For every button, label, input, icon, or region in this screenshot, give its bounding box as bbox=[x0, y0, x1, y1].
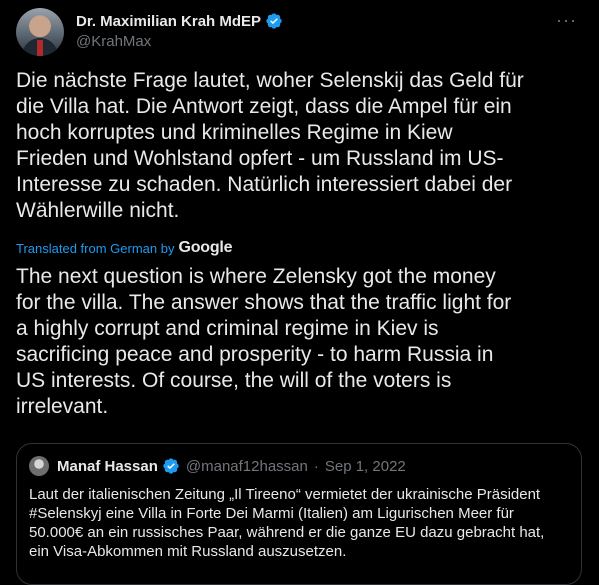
quoted-header: Manaf Hassan @manaf12hassan · Sep 1, 202… bbox=[57, 457, 406, 475]
avatar-tie bbox=[37, 40, 43, 56]
translator-logo: Google bbox=[178, 239, 233, 256]
verified-badge-icon bbox=[266, 13, 282, 29]
translation-attribution[interactable]: Translated from German by Google bbox=[16, 239, 233, 257]
quoted-author-avatar bbox=[29, 456, 49, 476]
author-handle[interactable]: @KrahMax bbox=[76, 33, 151, 50]
more-options-icon[interactable]: ··· bbox=[556, 10, 577, 31]
author-name[interactable]: Dr. Maximilian Krah MdEP bbox=[76, 13, 261, 30]
quoted-separator: · bbox=[313, 457, 319, 475]
quoted-date: Sep 1, 2022 bbox=[324, 457, 406, 475]
quoted-author-name: Manaf Hassan bbox=[57, 457, 158, 475]
translated-text: The next question is where Zelensky got … bbox=[16, 265, 512, 418]
quoted-tweet[interactable]: Manaf Hassan @manaf12hassan · Sep 1, 202… bbox=[16, 443, 582, 585]
author-avatar[interactable] bbox=[16, 8, 64, 56]
quoted-handle: @manaf12hassan bbox=[185, 457, 308, 475]
tweet-text: Die nächste Frage lautet, woher Selenski… bbox=[16, 69, 524, 222]
quoted-text: Laut der italienischen Zeitung „Il Tiree… bbox=[29, 486, 545, 560]
translated-label[interactable]: Translated from German by bbox=[16, 241, 174, 256]
author-name-row[interactable]: Dr. Maximilian Krah MdEP bbox=[76, 12, 283, 30]
verified-badge-icon bbox=[163, 458, 179, 474]
